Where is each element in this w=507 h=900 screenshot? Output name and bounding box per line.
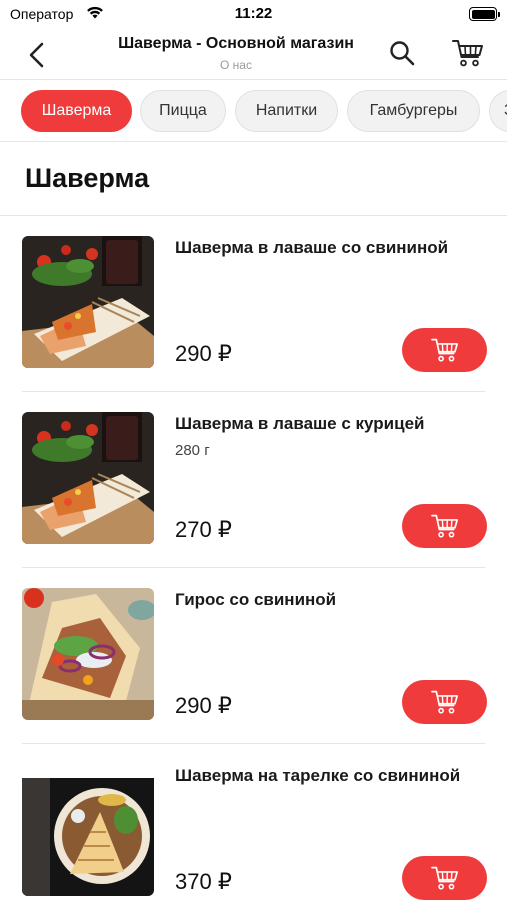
product-image	[22, 764, 154, 896]
about-link[interactable]: О нас	[96, 58, 376, 72]
product-price: 270 ₽	[175, 517, 232, 542]
category-tab-burgers[interactable]: Гамбургеры	[347, 90, 480, 132]
add-to-cart-button[interactable]	[402, 856, 487, 900]
product-image	[22, 236, 154, 368]
product-image	[22, 412, 154, 544]
add-to-cart-button[interactable]	[402, 680, 487, 724]
add-to-cart-button[interactable]	[402, 328, 487, 372]
product-item[interactable]: Шаверма в лаваше с курицей 280 г 270 ₽	[0, 392, 507, 568]
cart-icon	[431, 338, 458, 362]
status-bar: Оператор 11:22	[0, 0, 507, 28]
product-name: Шаверма в лаваше с курицей	[175, 414, 425, 433]
product-price: 290 ₽	[175, 341, 232, 366]
category-tab-more[interactable]: З	[489, 90, 507, 132]
product-item[interactable]: Гирос со свининой 290 ₽	[0, 568, 507, 744]
category-tab-pizza[interactable]: Пицца	[140, 90, 226, 132]
battery-icon	[469, 7, 500, 21]
cart-icon[interactable]	[452, 38, 484, 68]
product-item[interactable]: Шаверма в лаваше со свининой 290 ₽	[0, 216, 507, 392]
section-title: Шаверма	[25, 163, 150, 193]
product-price: 290 ₽	[175, 693, 232, 718]
cart-icon	[431, 514, 458, 538]
search-icon[interactable]	[388, 39, 416, 67]
category-tab-shawarma[interactable]: Шаверма	[21, 90, 132, 132]
category-tabs: Шаверма Пицца Напитки Гамбургеры З	[0, 80, 507, 142]
product-name: Шаверма в лаваше со свининой	[175, 238, 449, 257]
clock: 11:22	[234, 5, 273, 22]
cart-icon	[431, 690, 458, 714]
product-weight: 280 г	[175, 442, 210, 459]
product-item[interactable]: Шаверма на тарелке со свининой 370 ₽	[0, 744, 507, 900]
product-name: Шаверма на тарелке со свининой	[175, 766, 461, 785]
product-name: Гирос со свининой	[175, 590, 337, 609]
back-chevron-icon[interactable]	[22, 40, 52, 70]
category-tab-drinks[interactable]: Напитки	[235, 90, 338, 132]
cart-icon	[431, 866, 458, 890]
product-image	[22, 588, 154, 720]
product-price: 370 ₽	[175, 869, 232, 894]
navigation-bar: Шаверма - Основной магазин О нас	[0, 28, 507, 80]
add-to-cart-button[interactable]	[402, 504, 487, 548]
screen: Оператор 11:22 Шаверма - Основной магази…	[0, 0, 507, 900]
page-title: Шаверма - Основной магазин	[118, 35, 354, 52]
